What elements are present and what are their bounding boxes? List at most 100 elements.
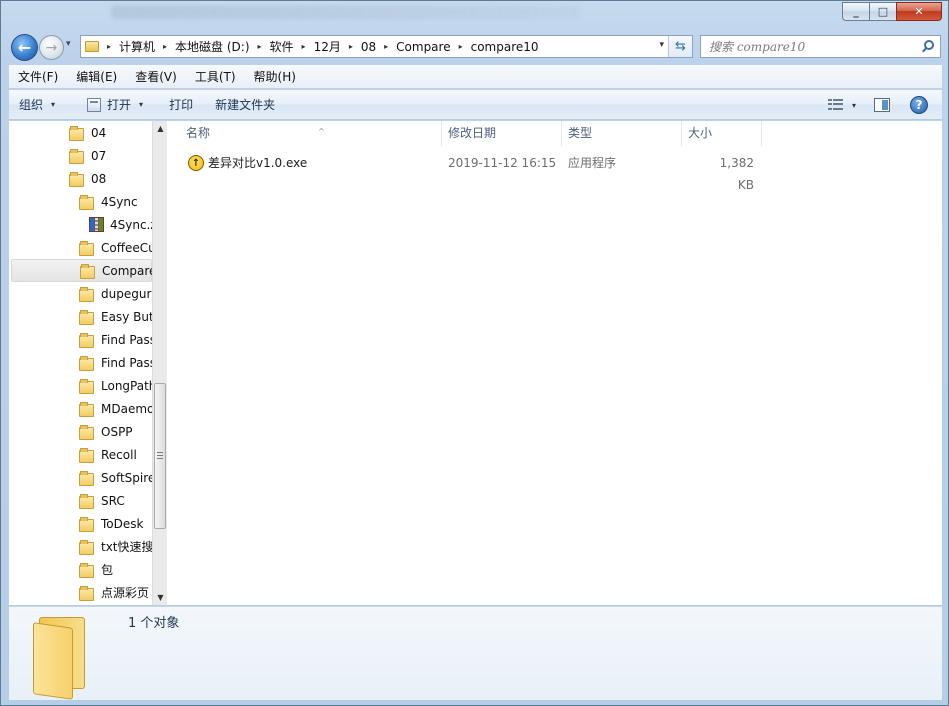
search-box[interactable]	[700, 35, 941, 58]
tree-item[interactable]: 4Sync.z	[89, 213, 152, 236]
tree-item-label: Find Pass	[101, 355, 152, 370]
tree-item[interactable]: 08	[69, 167, 106, 190]
explorer-window: _ □ ✕ ← → ▾ ▸ 计算机 ▸ 本地磁盘 (D:) ▸ 软件 ▸ 12月 ▸ 08 ▸ Com…	[0, 0, 949, 706]
tree-item-label: Recoll	[101, 447, 137, 462]
exe-app-icon: ↑	[188, 155, 204, 171]
menu-edit[interactable]: 编辑(E)	[67, 66, 126, 88]
tree-item-label: LongPath	[101, 378, 152, 393]
tree-item[interactable]: Recoll	[79, 443, 137, 466]
breadcrumb-separator-icon[interactable]: ▸	[256, 42, 270, 51]
breadcrumb-item[interactable]: Compare	[396, 40, 456, 54]
tree-item[interactable]: LongPath	[79, 374, 152, 397]
tree-item-label: dupegur	[101, 286, 152, 301]
tree-item[interactable]: SRC	[79, 489, 125, 512]
column-header-name[interactable]: 名称 ^	[180, 121, 442, 146]
folder-icon	[69, 171, 84, 187]
print-button[interactable]: 打印	[159, 92, 203, 118]
view-options-dropdown[interactable]: ▾	[852, 101, 856, 110]
open-button[interactable]: 打开 ▾	[77, 92, 153, 118]
maximize-button[interactable]: □	[869, 2, 896, 21]
scroll-thumb[interactable]	[154, 383, 166, 529]
breadcrumb-separator-icon[interactable]: ▸	[382, 42, 396, 51]
tree-item[interactable]: Compare	[11, 259, 152, 282]
tree-item[interactable]: ToDesk	[79, 512, 143, 535]
close-button[interactable]: ✕	[896, 2, 942, 21]
winrar-archive-icon	[89, 217, 104, 232]
minimize-button[interactable]: _	[842, 2, 869, 21]
tree-item[interactable]: 4Sync	[79, 190, 138, 213]
menu-file[interactable]: 文件(F)	[9, 66, 67, 88]
folder-icon	[79, 447, 94, 463]
folder-icon	[80, 263, 95, 279]
folder-icon	[79, 286, 94, 302]
menu-tools[interactable]: 工具(T)	[186, 66, 245, 88]
address-history-dropdown[interactable]: ▾	[659, 40, 664, 50]
tree-item[interactable]: OSPP	[79, 420, 133, 443]
folder-icon	[79, 309, 94, 325]
column-header-size[interactable]: 大小	[682, 121, 762, 146]
column-header-type[interactable]: 类型	[562, 121, 682, 146]
tree-item-label: SoftSpire	[101, 470, 152, 485]
back-button[interactable]: ←	[11, 34, 38, 61]
tree-item[interactable]: Find Pass	[79, 328, 152, 351]
change-view-icon[interactable]	[827, 99, 844, 111]
navigation-pane: 04 07 08 4Sync 4Sync.z CoffeeCu Compare dupegur…	[9, 121, 167, 605]
breadcrumb-separator-icon[interactable]: ▸	[457, 42, 471, 51]
breadcrumb-item[interactable]: 软件	[270, 38, 300, 55]
tree-item[interactable]: Find Pass	[79, 351, 152, 374]
title-text-blurred	[111, 5, 581, 19]
menu-view[interactable]: 查看(V)	[126, 66, 186, 88]
menu-help[interactable]: 帮助(H)	[245, 66, 305, 88]
search-input[interactable]	[709, 37, 919, 56]
tree-item[interactable]: dupegur	[79, 282, 151, 305]
folder-icon	[79, 424, 94, 440]
search-icon[interactable]	[924, 40, 934, 50]
forward-button[interactable]: →	[39, 35, 64, 60]
scroll-up-arrow[interactable]: ▲	[153, 121, 168, 136]
tree-item-label: Find Pass	[101, 332, 152, 347]
refresh-button[interactable]: ⇆	[668, 36, 692, 57]
tree-item[interactable]: txt快速搜	[79, 535, 152, 558]
refresh-icon: ⇆	[675, 39, 686, 54]
breadcrumb-item[interactable]: compare10	[471, 40, 545, 54]
folder-icon	[85, 41, 99, 52]
folder-icon	[79, 401, 94, 417]
scroll-down-arrow[interactable]: ▼	[153, 590, 168, 605]
scroll-grip-icon	[157, 452, 163, 459]
tree-item[interactable]: 04	[69, 121, 106, 144]
tree-item[interactable]: Easy But	[79, 305, 152, 328]
tree-item[interactable]: 包	[79, 558, 113, 581]
breadcrumb: ▸ 计算机 ▸ 本地磁盘 (D:) ▸ 软件 ▸ 12月 ▸ 08 ▸ Compare ▸ compare…	[105, 36, 545, 57]
breadcrumb-separator-icon[interactable]: ▸	[105, 42, 119, 51]
column-header-modified[interactable]: 修改日期	[442, 121, 562, 146]
address-bar[interactable]: ▸ 计算机 ▸ 本地磁盘 (D:) ▸ 软件 ▸ 12月 ▸ 08 ▸ Compare ▸ compare…	[80, 35, 693, 58]
file-row[interactable]: ↑ 差异对比v1.0.exe 2019-11-12 16:15 应用程序 1,3…	[184, 152, 764, 192]
tree-item[interactable]: MDaemo	[79, 397, 152, 420]
content-area: 04 07 08 4Sync 4Sync.z CoffeeCu Compare dupegur…	[9, 121, 942, 605]
tree-item[interactable]: 07	[69, 144, 106, 167]
navigation-scrollbar[interactable]: ▲ ▼	[152, 121, 167, 605]
breadcrumb-item[interactable]: 计算机	[119, 38, 161, 55]
tree-item-label: OSPP	[101, 424, 133, 439]
breadcrumb-separator-icon[interactable]: ▸	[161, 42, 175, 51]
help-icon[interactable]: ?	[910, 96, 928, 114]
preview-pane-icon[interactable]	[874, 98, 890, 112]
folder-icon	[79, 194, 94, 210]
breadcrumb-item[interactable]: 本地磁盘 (D:)	[175, 38, 255, 55]
new-folder-button[interactable]: 新建文件夹	[205, 92, 285, 118]
organize-button[interactable]: 组织 ▾	[9, 92, 65, 118]
tree-item[interactable]: 点源彩页	[79, 581, 149, 604]
tree-item[interactable]: SoftSpire	[79, 466, 152, 489]
folder-icon	[79, 355, 94, 371]
recent-locations-dropdown[interactable]: ▾	[66, 39, 71, 49]
large-folder-icon	[33, 613, 89, 700]
title-bar: _ □ ✕	[1, 1, 948, 29]
breadcrumb-item[interactable]: 08	[361, 40, 382, 54]
breadcrumb-item[interactable]: 12月	[314, 38, 347, 55]
print-label: 打印	[169, 98, 194, 112]
tree-item[interactable]: CoffeeCu	[79, 236, 152, 259]
breadcrumb-separator-icon[interactable]: ▸	[347, 42, 361, 51]
breadcrumb-separator-icon[interactable]: ▸	[300, 42, 314, 51]
tree-item-label: ToDesk	[101, 516, 144, 531]
chevron-down-icon: ▾	[51, 100, 56, 109]
